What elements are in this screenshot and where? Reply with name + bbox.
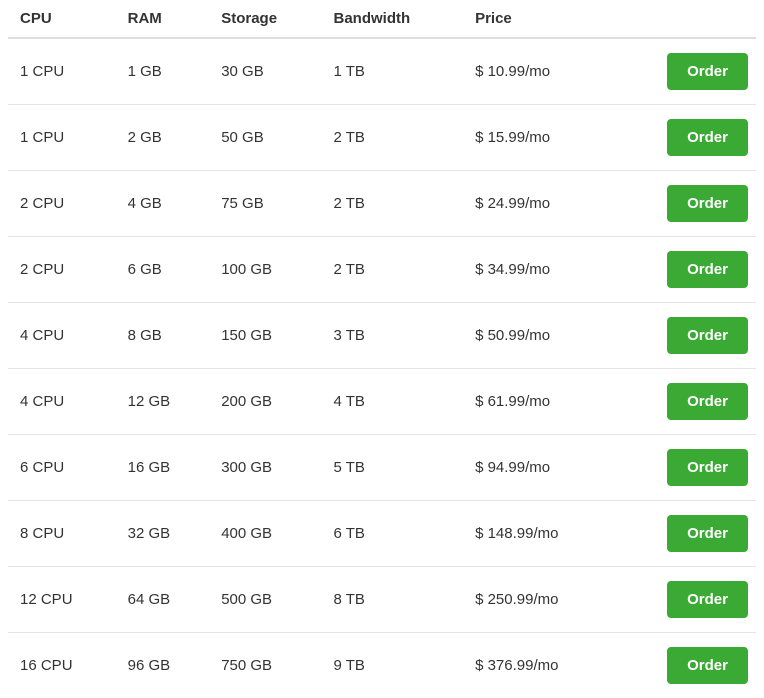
table-row: 16 CPU96 GB750 GB9 TB$ 376.99/mo Order: [8, 633, 756, 698]
cell-bandwidth: 2 TB: [322, 105, 464, 171]
cell-cpu: 8 CPU: [8, 501, 116, 567]
order-button[interactable]: Order: [667, 449, 748, 486]
table-row: 8 CPU32 GB400 GB6 TB$ 148.99/mo Order: [8, 501, 756, 567]
cell-price: $ 24.99/mo: [463, 171, 614, 237]
cell-ram: 4 GB: [116, 171, 210, 237]
cell-price: $ 50.99/mo: [463, 303, 614, 369]
cell-ram: 2 GB: [116, 105, 210, 171]
cell-price: $ 15.99/mo: [463, 105, 614, 171]
cell-order: Order: [614, 501, 756, 567]
cell-bandwidth: 1 TB: [322, 38, 464, 105]
cell-order: Order: [614, 633, 756, 698]
cell-bandwidth: 2 TB: [322, 171, 464, 237]
cell-price: $ 61.99/mo: [463, 369, 614, 435]
cell-ram: 6 GB: [116, 237, 210, 303]
cell-order: Order: [614, 105, 756, 171]
order-button[interactable]: Order: [667, 185, 748, 222]
order-button[interactable]: Order: [667, 251, 748, 288]
cell-storage: 30 GB: [209, 38, 321, 105]
table-row: 2 CPU4 GB75 GB2 TB$ 24.99/mo Order: [8, 171, 756, 237]
header-bandwidth: Bandwidth: [322, 0, 464, 38]
table-row: 4 CPU8 GB150 GB3 TB$ 50.99/mo Order: [8, 303, 756, 369]
cell-storage: 75 GB: [209, 171, 321, 237]
cell-order: Order: [614, 369, 756, 435]
order-button[interactable]: Order: [667, 647, 748, 684]
table-header-row: CPU RAM Storage Bandwidth Price: [8, 0, 756, 38]
cell-ram: 96 GB: [116, 633, 210, 698]
table-row: 4 CPU12 GB200 GB4 TB$ 61.99/mo Order: [8, 369, 756, 435]
cell-storage: 300 GB: [209, 435, 321, 501]
order-button[interactable]: Order: [667, 119, 748, 156]
order-button[interactable]: Order: [667, 317, 748, 354]
cell-price: $ 34.99/mo: [463, 237, 614, 303]
cell-order: Order: [614, 567, 756, 633]
cell-storage: 100 GB: [209, 237, 321, 303]
pricing-table: CPU RAM Storage Bandwidth Price 1 CPU1 G…: [8, 0, 756, 698]
cell-storage: 500 GB: [209, 567, 321, 633]
cell-storage: 400 GB: [209, 501, 321, 567]
table-row: 6 CPU16 GB300 GB5 TB$ 94.99/mo Order: [8, 435, 756, 501]
cell-cpu: 16 CPU: [8, 633, 116, 698]
cell-ram: 12 GB: [116, 369, 210, 435]
cell-bandwidth: 2 TB: [322, 237, 464, 303]
cell-cpu: 2 CPU: [8, 171, 116, 237]
table-row: 12 CPU64 GB500 GB8 TB$ 250.99/mo Order: [8, 567, 756, 633]
cell-price: $ 250.99/mo: [463, 567, 614, 633]
header-cpu: CPU: [8, 0, 116, 38]
cell-ram: 16 GB: [116, 435, 210, 501]
order-button[interactable]: Order: [667, 383, 748, 420]
cell-cpu: 1 CPU: [8, 38, 116, 105]
cell-order: Order: [614, 38, 756, 105]
cell-storage: 150 GB: [209, 303, 321, 369]
cell-order: Order: [614, 237, 756, 303]
cell-cpu: 12 CPU: [8, 567, 116, 633]
cell-ram: 1 GB: [116, 38, 210, 105]
cell-price: $ 376.99/mo: [463, 633, 614, 698]
cell-bandwidth: 3 TB: [322, 303, 464, 369]
cell-order: Order: [614, 171, 756, 237]
pricing-table-container: CPU RAM Storage Bandwidth Price 1 CPU1 G…: [0, 0, 764, 698]
table-row: 1 CPU2 GB50 GB2 TB$ 15.99/mo Order: [8, 105, 756, 171]
order-button[interactable]: Order: [667, 515, 748, 552]
table-row: 2 CPU6 GB100 GB2 TB$ 34.99/mo Order: [8, 237, 756, 303]
cell-ram: 32 GB: [116, 501, 210, 567]
order-button[interactable]: Order: [667, 53, 748, 90]
cell-cpu: 4 CPU: [8, 369, 116, 435]
header-ram: RAM: [116, 0, 210, 38]
order-button[interactable]: Order: [667, 581, 748, 618]
cell-price: $ 94.99/mo: [463, 435, 614, 501]
cell-ram: 64 GB: [116, 567, 210, 633]
cell-storage: 200 GB: [209, 369, 321, 435]
cell-cpu: 1 CPU: [8, 105, 116, 171]
cell-bandwidth: 9 TB: [322, 633, 464, 698]
cell-cpu: 4 CPU: [8, 303, 116, 369]
header-storage: Storage: [209, 0, 321, 38]
cell-bandwidth: 5 TB: [322, 435, 464, 501]
cell-price: $ 148.99/mo: [463, 501, 614, 567]
cell-storage: 50 GB: [209, 105, 321, 171]
table-row: 1 CPU1 GB30 GB1 TB$ 10.99/mo Order: [8, 38, 756, 105]
cell-bandwidth: 6 TB: [322, 501, 464, 567]
cell-order: Order: [614, 303, 756, 369]
cell-order: Order: [614, 435, 756, 501]
cell-cpu: 6 CPU: [8, 435, 116, 501]
cell-cpu: 2 CPU: [8, 237, 116, 303]
header-action: [614, 0, 756, 38]
cell-bandwidth: 8 TB: [322, 567, 464, 633]
cell-ram: 8 GB: [116, 303, 210, 369]
cell-storage: 750 GB: [209, 633, 321, 698]
cell-price: $ 10.99/mo: [463, 38, 614, 105]
header-price: Price: [463, 0, 614, 38]
cell-bandwidth: 4 TB: [322, 369, 464, 435]
